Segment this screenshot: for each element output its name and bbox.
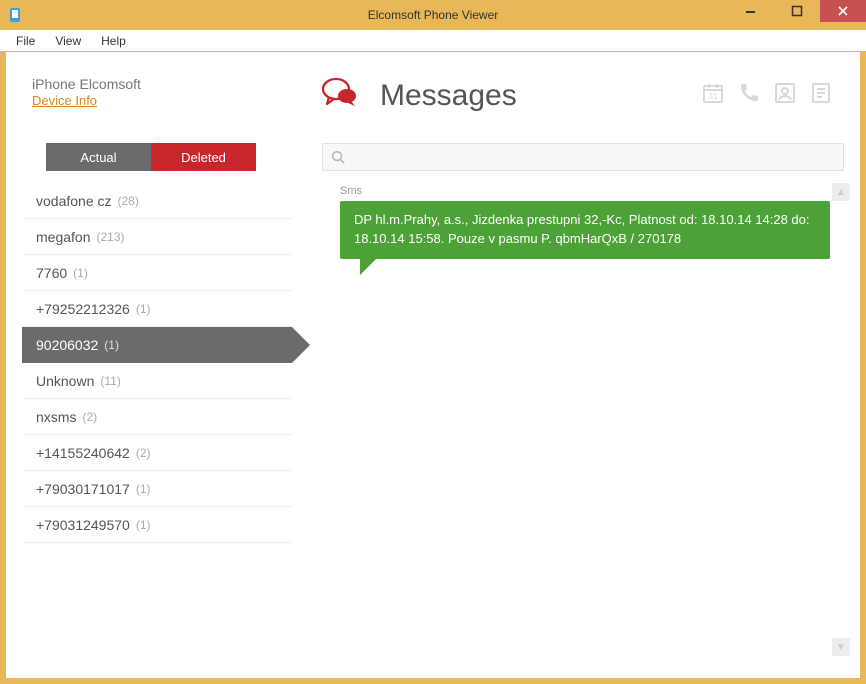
close-button[interactable] xyxy=(820,0,866,22)
contact-list: vodafone cz(28)megafon(213)7760(1)+79252… xyxy=(22,183,292,543)
contact-item[interactable]: Unknown (11) xyxy=(22,363,292,399)
device-info-link[interactable]: Device Info xyxy=(32,93,97,108)
contact-item[interactable]: megafon (213) xyxy=(22,219,292,255)
messages-icon xyxy=(322,76,360,115)
client-area: iPhone Elcomsoft Device Info Messages 31 xyxy=(0,52,866,684)
scroll-up-button[interactable]: ▲ xyxy=(832,183,850,201)
search-bar[interactable] xyxy=(322,143,844,171)
top-row: iPhone Elcomsoft Device Info Messages 31 xyxy=(22,68,844,115)
minimize-button[interactable] xyxy=(728,0,774,22)
contact-count: (28) xyxy=(118,194,139,208)
message-thread: ▲ Sms DP hl.m.Prahy, a.s., Jizdenka pres… xyxy=(322,185,844,662)
contact-count: (213) xyxy=(96,230,124,244)
menu-help[interactable]: Help xyxy=(91,32,136,50)
message-bubble[interactable]: DP hl.m.Prahy, a.s., Jizdenka prestupni … xyxy=(340,201,830,259)
contact-name: megafon xyxy=(36,229,90,245)
svg-text:31: 31 xyxy=(709,92,718,101)
contact-item[interactable]: vodafone cz (28) xyxy=(22,183,292,219)
contact-name: +79252212326 xyxy=(36,301,130,317)
contact-count: (2) xyxy=(136,446,151,460)
window-controls xyxy=(728,0,866,22)
contact-name: +79031249570 xyxy=(36,517,130,533)
titlebar[interactable]: Elcomsoft Phone Viewer xyxy=(0,0,866,30)
main-row: Actual Deleted vodafone cz (28) megafon (21… xyxy=(22,143,844,662)
contact-count: (1) xyxy=(136,518,151,532)
contact-count: (1) xyxy=(136,302,151,316)
contact-name: 90206032 xyxy=(36,337,98,353)
header-icons: 31 xyxy=(700,68,844,106)
contact-item[interactable]: 90206032 (1) xyxy=(22,327,292,363)
contact-item[interactable]: +79030171017 (1) xyxy=(22,471,292,507)
notes-icon[interactable] xyxy=(808,80,834,106)
maximize-button[interactable] xyxy=(774,0,820,22)
contact-name: Unknown xyxy=(36,373,94,389)
contact-count: (1) xyxy=(136,482,151,496)
contact-count: (2) xyxy=(82,410,97,424)
search-icon xyxy=(331,150,345,164)
page-title: Messages xyxy=(380,79,517,113)
scroll-down-button[interactable]: ▼ xyxy=(832,638,850,656)
calendar-icon[interactable]: 31 xyxy=(700,80,726,106)
device-name: iPhone Elcomsoft xyxy=(32,76,272,92)
contact-item[interactable]: +79252212326 (1) xyxy=(22,291,292,327)
search-input[interactable] xyxy=(351,150,835,165)
contact-item[interactable]: nxsms (2) xyxy=(22,399,292,435)
tab-actual[interactable]: Actual xyxy=(46,143,151,171)
app-window: Elcomsoft Phone Viewer File View Help iP… xyxy=(0,0,866,684)
contact-name: vodafone cz xyxy=(36,193,112,209)
menubar: File View Help xyxy=(0,30,866,52)
contacts-icon[interactable] xyxy=(772,80,798,106)
contact-count: (1) xyxy=(73,266,88,280)
tab-deleted[interactable]: Deleted xyxy=(151,143,256,171)
contact-tabs: Actual Deleted xyxy=(46,143,256,171)
contact-name: nxsms xyxy=(36,409,76,425)
contact-item[interactable]: +14155240642 (2) xyxy=(22,435,292,471)
message-type-label: Sms xyxy=(340,185,844,197)
contact-count: (1) xyxy=(104,338,119,352)
sidebar: Actual Deleted vodafone cz (28) megafon (21… xyxy=(22,143,292,662)
contact-name: 7760 xyxy=(36,265,67,281)
content-pane: ▲ Sms DP hl.m.Prahy, a.s., Jizdenka pres… xyxy=(292,143,844,662)
menu-file[interactable]: File xyxy=(6,32,45,50)
contact-item[interactable]: 7760 (1) xyxy=(22,255,292,291)
phone-icon[interactable] xyxy=(736,80,762,106)
device-block: iPhone Elcomsoft Device Info xyxy=(22,68,282,110)
contact-name: +79030171017 xyxy=(36,481,130,497)
menu-view[interactable]: View xyxy=(45,32,91,50)
contact-name: +14155240642 xyxy=(36,445,130,461)
contact-count: (11) xyxy=(100,374,120,388)
contact-item[interactable]: +79031249570 (1) xyxy=(22,507,292,543)
header: Messages xyxy=(282,68,700,115)
